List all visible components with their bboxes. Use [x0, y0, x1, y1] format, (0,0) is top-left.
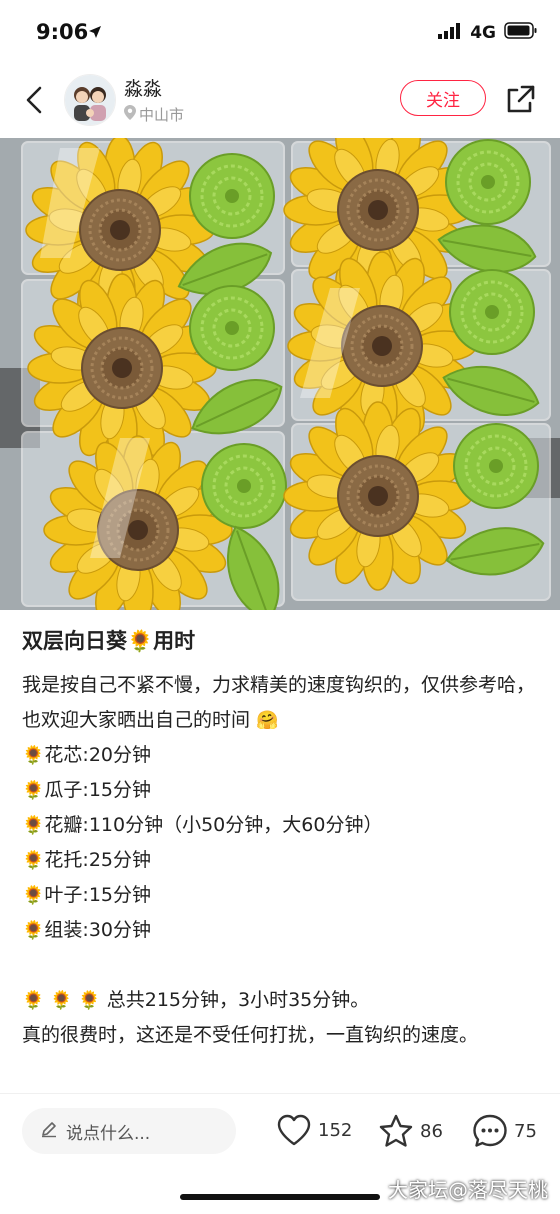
- follow-button[interactable]: 关注: [400, 80, 486, 116]
- post-title: 双层向日葵🌻用时: [22, 629, 196, 653]
- sunflower-emoji: 🌻: [22, 780, 45, 801]
- comment-input[interactable]: 说点什么...: [22, 1108, 236, 1154]
- list-item: 🌻叶子:15分钟: [22, 884, 152, 906]
- location: 中山市: [124, 104, 184, 125]
- post-summary: 🌻 🌻 🌻 总共215分钟，3小时35分钟。: [22, 989, 370, 1011]
- post-content: 双层向日葵🌻用时 我是按自己不紧不慢，力求精美的速度钩织的，仅供参考哈，也欢迎大…: [22, 622, 542, 1053]
- sunflower-emoji-group: 🌻 🌻 🌻: [22, 990, 101, 1011]
- location-label: 中山市: [139, 106, 185, 124]
- post-image[interactable]: [0, 138, 560, 610]
- hug-emoji: 🤗: [256, 710, 279, 731]
- user-name[interactable]: 淼淼: [124, 74, 162, 101]
- bottom-action-bar: 说点什么... 152 86 75 大家坛@落尽天桃: [0, 1093, 560, 1214]
- like-button[interactable]: 152: [276, 1114, 352, 1146]
- back-button[interactable]: [20, 82, 48, 118]
- comment-placeholder: 说点什么...: [66, 1123, 151, 1144]
- comment-count: 75: [514, 1120, 537, 1142]
- share-icon: [507, 85, 535, 113]
- list-item: 🌻花芯:20分钟: [22, 744, 152, 766]
- signal-icon: [438, 22, 462, 43]
- list-item: 🌻花瓣:110分钟（小50分钟，大60分钟）: [22, 814, 383, 836]
- status-indicators: 4G: [438, 22, 538, 43]
- pencil-icon: [40, 1120, 58, 1142]
- comment-button[interactable]: 75: [472, 1114, 537, 1148]
- like-count: 152: [318, 1119, 353, 1141]
- status-bar: 9:06 4G: [0, 0, 560, 62]
- chat-bubble-icon: [473, 1114, 507, 1147]
- sunflower-emoji: 🌻: [22, 850, 45, 871]
- sunflower-emoji: 🌻: [22, 815, 45, 836]
- favorite-count: 86: [420, 1120, 443, 1142]
- sunflower-emoji: 🌻: [22, 745, 45, 766]
- heart-icon: [277, 1114, 311, 1146]
- list-item: 🌻花托:25分钟: [22, 849, 152, 871]
- watermark: 大家坛@落尽天桃: [388, 1178, 548, 1202]
- back-chevron-icon: [26, 86, 42, 114]
- favorite-button[interactable]: 86: [378, 1114, 443, 1148]
- list-item: 🌻瓜子:15分钟: [22, 779, 152, 801]
- status-time: 9:06: [36, 20, 89, 44]
- home-indicator[interactable]: [180, 1194, 380, 1200]
- avatar[interactable]: [64, 74, 116, 126]
- post-closing: 真的很费时，这还是不受任何打扰，一直钩织的速度。: [22, 1024, 479, 1046]
- post-header: 淼淼 中山市 关注: [0, 62, 560, 138]
- location-pin-icon: [124, 105, 136, 124]
- battery-icon: [504, 22, 538, 43]
- sunflower-emoji: 🌻: [22, 920, 45, 941]
- post-intro: 我是按自己不紧不慢，力求精美的速度钩织的，仅供参考哈，也欢迎大家晒出自己的时间 …: [22, 674, 536, 731]
- location-arrow-icon: [88, 24, 102, 43]
- sunflower-emoji: 🌻: [22, 885, 45, 906]
- list-item: 🌻组装:30分钟: [22, 919, 152, 941]
- post-body: 我是按自己不紧不慢，力求精美的速度钩织的，仅供参考哈，也欢迎大家晒出自己的时间 …: [22, 668, 542, 1053]
- network-label: 4G: [470, 22, 496, 43]
- star-icon: [379, 1114, 413, 1147]
- sunflower-photo: [0, 138, 560, 610]
- share-button[interactable]: [504, 82, 538, 116]
